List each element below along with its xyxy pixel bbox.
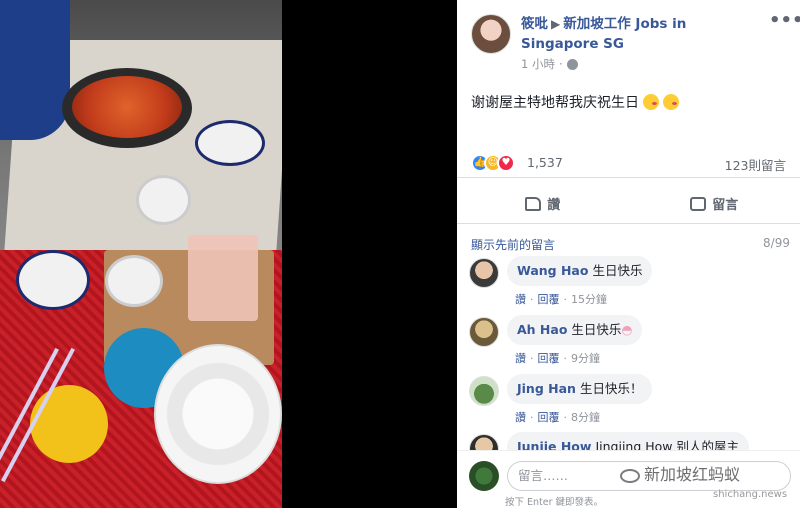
- separator: ·: [563, 293, 568, 306]
- comment-like-link[interactable]: 讚: [515, 352, 526, 365]
- reaction-count[interactable]: 1,537: [527, 155, 563, 170]
- watermark-title: 新加坡红蚂蚁: [644, 465, 741, 484]
- bowl: [16, 250, 90, 310]
- love-icon: ♥: [497, 154, 515, 172]
- comment-icon: [690, 196, 707, 211]
- avatar[interactable]: [469, 376, 499, 406]
- meat-tray: [188, 235, 258, 321]
- kiss-emoji-icon: [643, 94, 659, 110]
- post-photo[interactable]: [0, 0, 282, 508]
- comment-text: 生日快乐: [592, 263, 643, 278]
- arrow-right-icon: ▶: [551, 17, 561, 31]
- post-meta: 1 小時 ·: [521, 56, 578, 72]
- watermark: 新加坡红蚂蚁: [620, 461, 740, 485]
- post-text-content: 谢谢屋主特地帮我庆祝生日: [471, 95, 639, 111]
- commenter-name[interactable]: Ah Hao: [517, 322, 567, 337]
- comment-time[interactable]: 15分鐘: [571, 293, 607, 306]
- bowl: [105, 255, 163, 307]
- author-name[interactable]: 筱吡: [521, 16, 548, 32]
- reaction-icons[interactable]: 👍 ☺ ♥: [471, 154, 515, 172]
- commenter-name[interactable]: Wang Hao: [517, 263, 588, 278]
- hotpot-soup: [72, 76, 182, 138]
- watermark-url: shichang.news: [713, 489, 788, 500]
- comment-like-link[interactable]: 讚: [515, 411, 526, 424]
- comment-bubble: Jing Han 生日快乐！: [507, 374, 653, 404]
- post-header: 筱吡▶新加坡工作 Jobs in Singapore SG 1 小時 · •••: [457, 0, 800, 78]
- globe-icon: [566, 58, 578, 70]
- post-text: 谢谢屋主特地帮我庆祝生日: [471, 92, 679, 112]
- bowl: [136, 175, 191, 225]
- separator: ·: [530, 411, 534, 424]
- enter-hint: 按下 Enter 鍵即發表。: [505, 497, 604, 508]
- comment-text: 生日快乐！: [579, 381, 643, 396]
- comment-reply-link[interactable]: 回覆: [538, 411, 560, 424]
- comment-button[interactable]: 留言: [629, 184, 800, 223]
- rice-plate: [154, 344, 282, 484]
- comment-pagination: 8/99: [763, 236, 790, 250]
- post-time[interactable]: 1 小時: [521, 56, 555, 72]
- like-button[interactable]: 讚: [457, 184, 629, 223]
- thumbs-up-icon: [525, 196, 542, 211]
- comment-actions: 讚 · 回覆 · 15分鐘: [515, 291, 607, 307]
- comment-label: 留言: [712, 198, 739, 213]
- bowl: [195, 120, 265, 166]
- wechat-icon: [620, 468, 640, 483]
- commenter-name[interactable]: Jing Han: [517, 381, 576, 396]
- kiss-emoji-icon: [663, 94, 679, 110]
- comment-time[interactable]: 9分鐘: [571, 352, 600, 365]
- yellow-cup: [30, 385, 108, 463]
- dot-separator: ·: [558, 57, 563, 71]
- like-label: 讚: [547, 198, 561, 213]
- comment-bubble: Ah Hao 生日快乐◓: [507, 315, 643, 345]
- comment-text: 生日快乐: [571, 322, 622, 337]
- reactions-bar: 👍 ☺ ♥ 1,537 123則留言: [457, 148, 800, 178]
- author-avatar[interactable]: [471, 14, 511, 54]
- person: [0, 0, 70, 140]
- author-line: 筱吡 ▶ 新加坡工作 Jobs in Singapore SG: [521, 14, 761, 54]
- comment-actions: 讚 · 回覆 · 9分鐘: [515, 350, 600, 366]
- avatar[interactable]: [469, 258, 499, 288]
- comment-reply-link[interactable]: 回覆: [538, 352, 560, 365]
- separator: ·: [563, 352, 568, 365]
- comment-actions: 讚 · 回覆 · 8分鐘: [515, 409, 600, 425]
- more-options-button[interactable]: •••: [769, 12, 800, 34]
- comment-bubble: Wang Hao 生日快乐: [507, 256, 653, 286]
- action-bar: 讚 留言: [457, 184, 800, 224]
- cake-emoji-icon: ◓: [621, 322, 633, 337]
- avatar[interactable]: [469, 317, 499, 347]
- view-previous-comments-link[interactable]: 顯示先前的留言: [471, 236, 555, 253]
- comment-like-link[interactable]: 讚: [515, 293, 526, 306]
- separator: ·: [530, 293, 534, 306]
- current-user-avatar: [469, 461, 499, 491]
- comment-reply-link[interactable]: 回覆: [538, 293, 560, 306]
- post-panel: 筱吡▶新加坡工作 Jobs in Singapore SG 1 小時 · •••…: [457, 0, 800, 508]
- comment-count[interactable]: 123則留言: [725, 155, 786, 174]
- comment-time[interactable]: 8分鐘: [571, 411, 600, 424]
- separator: ·: [563, 411, 568, 424]
- separator: ·: [530, 352, 534, 365]
